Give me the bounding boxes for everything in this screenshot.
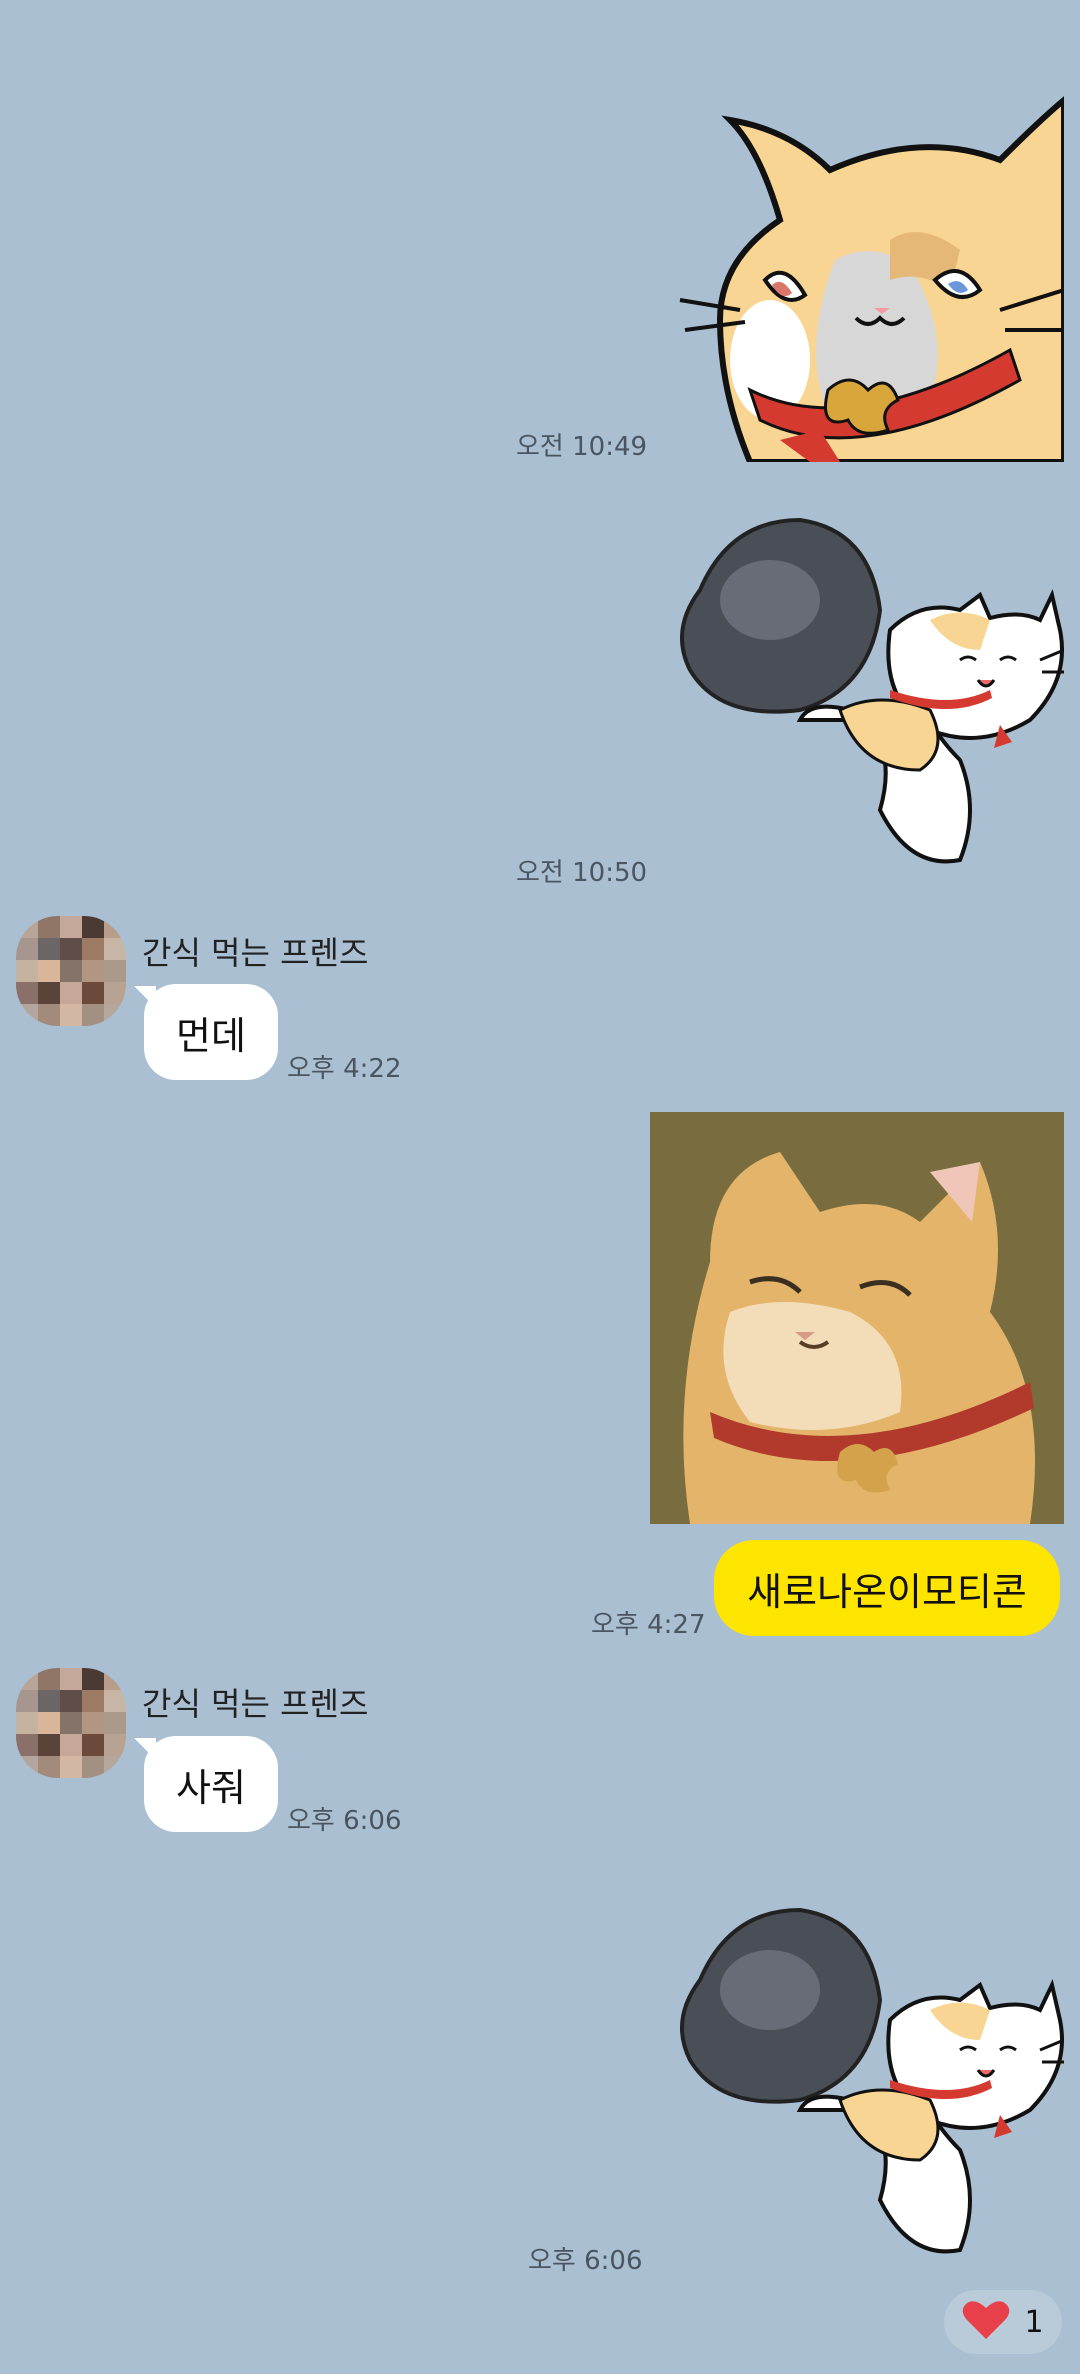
incoming-message-bubble[interactable]: 사줘 xyxy=(134,1736,278,1832)
reaction-count: 1 xyxy=(1024,2304,1044,2340)
sender-name: 간식 먹는 프렌즈 xyxy=(142,934,369,972)
message-time: 오후 6:06 xyxy=(287,1806,402,1836)
message-time: 오전 10:49 xyxy=(516,432,648,462)
cat-portrait-painting xyxy=(650,1112,1064,1524)
message-time: 오후 4:22 xyxy=(287,1054,402,1084)
heart-icon xyxy=(962,2299,1010,2345)
cat-with-rock-sticker[interactable] xyxy=(660,510,1064,870)
cat-face-sticker[interactable] xyxy=(660,90,1064,462)
message-time: 오전 10:50 xyxy=(516,858,648,888)
cat-portrait-image[interactable] xyxy=(650,1112,1064,1524)
avatar[interactable] xyxy=(16,916,126,1026)
sender-name: 간식 먹는 프렌즈 xyxy=(142,1685,369,1723)
cat-with-rock-sticker[interactable] xyxy=(660,1900,1064,2260)
message-time: 오후 4:27 xyxy=(591,1610,706,1640)
reaction-badge[interactable]: 1 xyxy=(944,2290,1062,2354)
message-time: 오후 6:06 xyxy=(528,2246,643,2276)
cat-face-sticker-image xyxy=(679,96,1064,462)
avatar[interactable] xyxy=(16,1668,126,1778)
cat-with-rock-sticker-image xyxy=(680,1907,1064,2254)
incoming-message-bubble[interactable]: 먼데 xyxy=(134,984,278,1080)
outgoing-message-bubble[interactable]: 새로나온이모티콘 xyxy=(714,1540,1060,1636)
cat-with-rock-sticker-image xyxy=(680,517,1064,864)
